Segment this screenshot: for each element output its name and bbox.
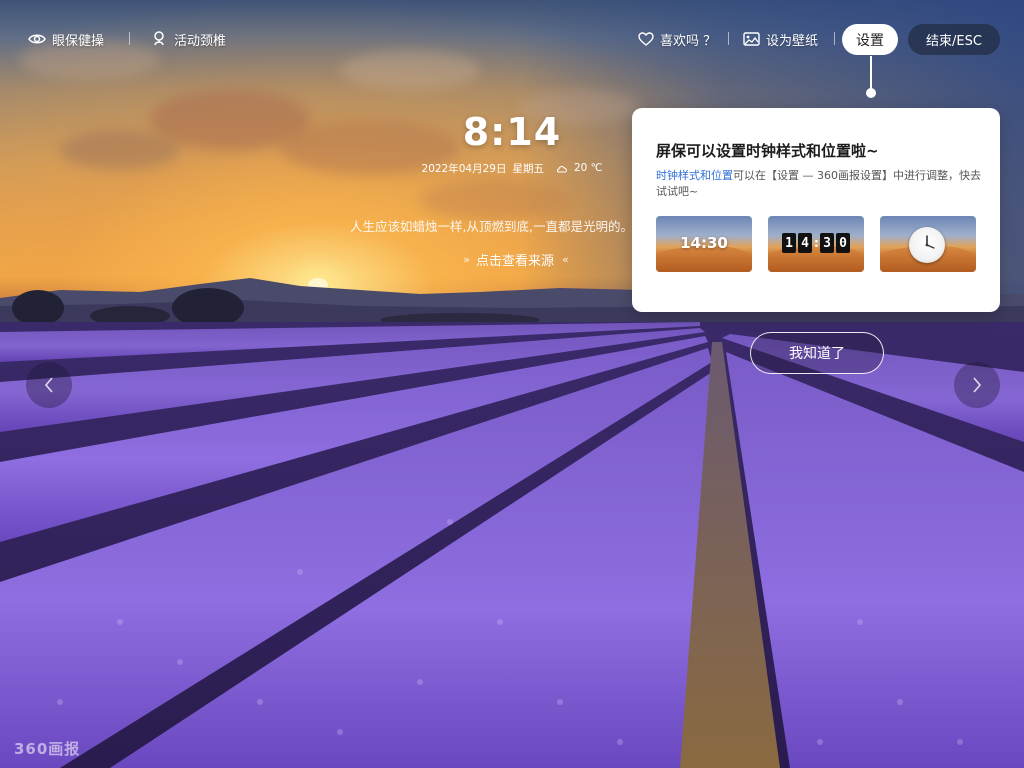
tooltip-pointer-dot xyxy=(866,88,876,98)
flip-digit: 1 xyxy=(782,233,796,253)
flip-digit: 4 xyxy=(798,233,812,253)
clock-style-flip-thumb[interactable]: 1 4 : 3 0 xyxy=(768,216,864,272)
view-source-link[interactable]: » 点击查看来源 « xyxy=(450,250,580,269)
set-wallpaper-button[interactable]: 设为壁纸 xyxy=(743,28,818,50)
clock-style-tooltip: 屏保可以设置时钟样式和位置啦~ 时钟样式和位置可以在【设置 — 360画报设置】… xyxy=(632,108,1000,312)
got-it-button[interactable]: 我知道了 xyxy=(750,332,884,374)
toolbar-divider xyxy=(834,32,835,45)
flip-digit: 0 xyxy=(836,233,850,253)
eye-icon xyxy=(28,34,46,44)
neck-exercise-label: 活动颈椎 xyxy=(174,33,227,49)
date-weather-line: 2022年04月29日 星期五 20 ℃ xyxy=(412,160,612,176)
cloud-icon xyxy=(556,164,568,173)
image-icon xyxy=(743,32,760,46)
toolbar-divider xyxy=(129,32,130,45)
lavender-rows xyxy=(0,322,1024,768)
settings-button[interactable]: 设置 xyxy=(842,24,898,55)
chevrons-left-icon: « xyxy=(562,252,569,266)
toolbar-divider xyxy=(728,32,729,45)
eye-care-button[interactable]: 眼保健操 xyxy=(28,28,104,50)
tooltip-highlight: 时钟样式和位置 xyxy=(656,169,733,182)
chevron-left-icon xyxy=(44,377,53,393)
date-text: 2022年04月29日 xyxy=(421,162,507,175)
temperature-text: 20 ℃ xyxy=(573,162,603,174)
360-huabao-logo: 360画报 xyxy=(14,740,81,758)
next-wallpaper-button[interactable] xyxy=(954,362,1000,408)
tooltip-pointer-line xyxy=(870,56,872,89)
tooltip-description: 时钟样式和位置可以在【设置 — 360画报设置】中进行调整，快去试试吧~ xyxy=(656,168,981,200)
flip-clock-preview: 1 4 : 3 0 xyxy=(782,233,850,253)
clock-time: 8:14 xyxy=(462,110,562,154)
neck-icon xyxy=(154,31,164,46)
analog-clock-icon xyxy=(909,227,945,263)
cloud xyxy=(340,50,480,90)
chevrons-right-icon: » xyxy=(463,252,470,266)
previous-wallpaper-button[interactable] xyxy=(26,362,72,408)
cloud xyxy=(420,180,570,220)
digital-clock-preview: 14:30 xyxy=(680,234,728,252)
tooltip-title: 屏保可以设置时钟样式和位置啦~ xyxy=(656,142,879,160)
weekday-text: 星期五 xyxy=(512,162,544,175)
exit-button[interactable]: 结束/ESC xyxy=(908,24,1000,55)
flip-colon: : xyxy=(814,236,819,250)
like-label: 喜欢吗 ？ xyxy=(660,33,717,49)
clock-style-digital-thumb[interactable]: 14:30 xyxy=(656,216,752,272)
view-source-label: 点击查看来源 xyxy=(475,253,554,269)
eye-care-label: 眼保健操 xyxy=(52,33,105,49)
heart-icon xyxy=(638,32,654,46)
clock-style-analog-thumb[interactable] xyxy=(880,216,976,272)
flip-digit: 3 xyxy=(820,233,834,253)
chevron-right-icon xyxy=(973,377,982,393)
cloud xyxy=(60,130,180,170)
quote-text: 人生应该如蜡烛一样,从顶燃到底,一直都是光明的。 xyxy=(350,219,633,234)
set-wallpaper-label: 设为壁纸 xyxy=(766,33,819,49)
like-button[interactable]: 喜欢吗 ？ xyxy=(638,28,716,50)
neck-exercise-button[interactable]: 活动颈椎 xyxy=(150,28,226,50)
